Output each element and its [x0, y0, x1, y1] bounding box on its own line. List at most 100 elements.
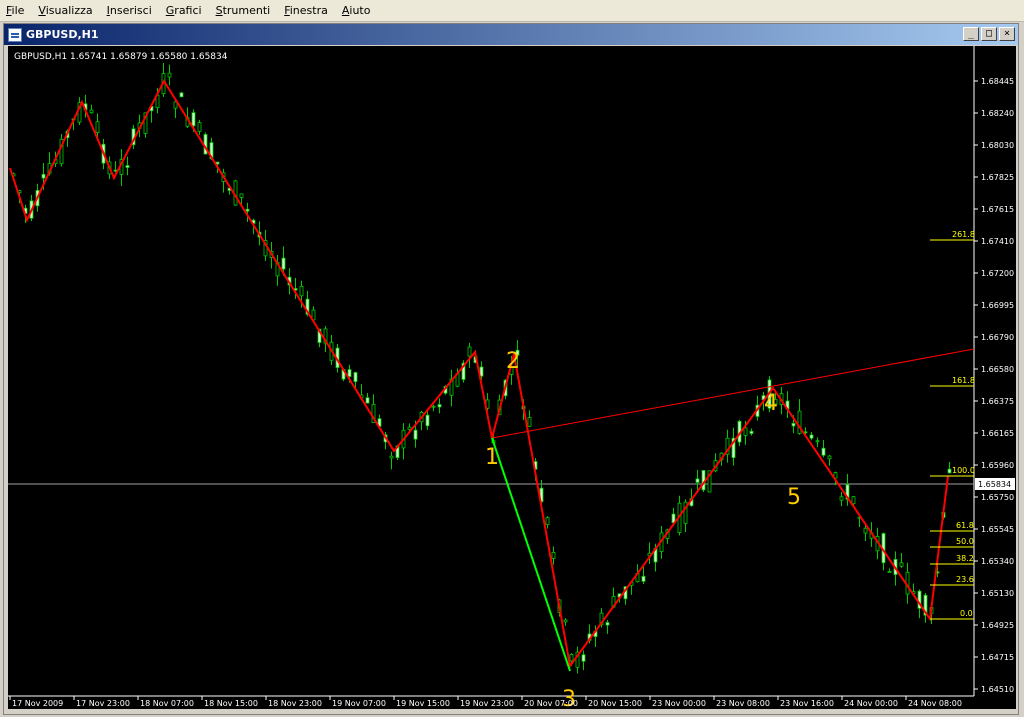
candle-body: [743, 427, 748, 436]
candle-body: [239, 193, 244, 198]
candle-body: [353, 372, 358, 382]
candle-body: [605, 622, 610, 626]
candlesticks: [11, 62, 952, 674]
chart-window-icon: [8, 27, 22, 42]
candle-body: [125, 165, 130, 168]
time-label: 18 Nov 23:00: [268, 699, 322, 708]
candle-body: [947, 468, 952, 474]
candle-body: [197, 122, 202, 132]
candle-body: [299, 285, 304, 297]
time-label: 23 Nov 16:00: [780, 699, 834, 708]
window-title: GBPUSD,H1: [26, 28, 99, 41]
minimize-button[interactable]: _: [963, 27, 979, 41]
fib-level-label: 0.0: [960, 609, 973, 618]
menu-visualizza[interactable]: Visualizza: [32, 4, 100, 17]
candle-body: [245, 208, 250, 212]
candle-body: [641, 575, 646, 582]
candle-body: [425, 414, 430, 427]
fib-level-label: 61.8: [956, 521, 974, 530]
candle-body: [809, 434, 814, 439]
close-button[interactable]: ×: [999, 27, 1015, 41]
menu-finestra[interactable]: Finestra: [278, 4, 336, 17]
menu-strumenti[interactable]: Strumenti: [210, 4, 279, 17]
menu-grafici[interactable]: Grafici: [160, 4, 210, 17]
menu-aiuto[interactable]: Aiuto: [336, 4, 379, 17]
candle-body: [389, 455, 394, 459]
price-label: 1.65545: [981, 525, 1014, 534]
candle-body: [413, 429, 418, 440]
price-label: 1.64925: [981, 621, 1014, 630]
candle-body: [41, 173, 46, 179]
wave-label-4: 4: [764, 391, 778, 416]
menu-file[interactable]: File: [0, 4, 32, 17]
price-label: 1.67200: [981, 269, 1014, 278]
wave-label-5: 5: [787, 485, 801, 510]
zigzag-line: [9, 78, 949, 669]
menu-bar: File Visualizza Inserisci Grafici Strume…: [0, 0, 1024, 22]
price-label: 1.64510: [981, 685, 1014, 694]
price-label: 1.67410: [981, 237, 1014, 246]
candle-body: [365, 397, 370, 404]
chart-canvas[interactable]: GBPUSD,H1 1.65741 1.65879 1.65580 1.6583…: [8, 46, 1016, 709]
price-label: 1.65750: [981, 493, 1014, 502]
time-label: 23 Nov 00:00: [652, 699, 706, 708]
price-label: 1.65960: [981, 461, 1014, 470]
candle-body: [281, 257, 286, 270]
candle-body: [887, 571, 892, 573]
candle-body: [749, 430, 754, 434]
price-label: 1.65130: [981, 589, 1014, 598]
price-label: 1.68445: [981, 77, 1014, 86]
time-label: 20 Nov 07:00: [524, 699, 578, 708]
candle-body: [695, 478, 700, 483]
time-label: 18 Nov 07:00: [140, 699, 194, 708]
candle-body: [863, 527, 868, 534]
candle-body: [167, 72, 172, 78]
maximize-button[interactable]: □: [981, 27, 997, 41]
price-chart[interactable]: GBPUSD,H1 1.65741 1.65879 1.65580 1.6583…: [8, 46, 1016, 709]
time-label: 17 Nov 23:00: [76, 699, 130, 708]
candle-body: [827, 455, 832, 460]
price-label: 1.65340: [981, 557, 1014, 566]
trend-line: [491, 348, 975, 439]
time-label: 20 Nov 15:00: [588, 699, 642, 708]
time-label: 17 Nov 2009: [12, 699, 63, 708]
time-axis-labels: 17 Nov 2009 17 Nov 23:00 18 Nov 07:00 18 No…: [9, 696, 962, 708]
candle-body: [791, 422, 796, 427]
fib-level-label: 161.8: [952, 376, 975, 385]
candle-body: [851, 496, 856, 505]
fib-level-label: 261.8: [952, 230, 975, 239]
candle-body: [407, 426, 412, 430]
time-label: 23 Nov 08:00: [716, 699, 770, 708]
price-label: 1.66995: [981, 301, 1014, 310]
wave-label-1: 1: [485, 445, 499, 470]
price-label: 1.66790: [981, 333, 1014, 342]
menu-inserisci[interactable]: Inserisci: [101, 4, 160, 17]
candle-body: [95, 121, 100, 134]
time-label: 19 Nov 15:00: [396, 699, 450, 708]
candle-body: [551, 552, 556, 559]
price-label: 1.66375: [981, 397, 1014, 406]
time-label: 18 Nov 15:00: [204, 699, 258, 708]
window-controls: _ □ ×: [963, 27, 1015, 41]
time-label: 19 Nov 07:00: [332, 699, 386, 708]
price-label: 1.68030: [981, 141, 1014, 150]
wave-label-2: 2: [506, 349, 520, 374]
candle-body: [179, 92, 184, 98]
fib-level-label: 23.6: [956, 575, 974, 584]
candle-body: [569, 653, 574, 662]
fib-level-label: 38.2: [956, 554, 974, 563]
candle-body: [467, 346, 472, 357]
candle-body: [437, 404, 442, 408]
time-label: 24 Nov 08:00: [908, 699, 962, 708]
window-titlebar[interactable]: GBPUSD,H1 _ □ ×: [4, 24, 1018, 45]
candle-body: [839, 496, 844, 501]
price-label: 1.67825: [981, 173, 1014, 182]
price-axis-labels: 1.68445 1.68240 1.68030 1.67825 1.67615 1.674…: [974, 77, 1014, 694]
price-label: 1.68240: [981, 109, 1014, 118]
candle-body: [431, 405, 436, 408]
ohlc-readout: GBPUSD,H1 1.65741 1.65879 1.65580 1.6583…: [14, 52, 228, 62]
fib-level-label: 50.0: [956, 537, 974, 546]
candle-body: [89, 109, 94, 114]
candle-body: [545, 517, 550, 526]
candle-body: [899, 562, 904, 567]
